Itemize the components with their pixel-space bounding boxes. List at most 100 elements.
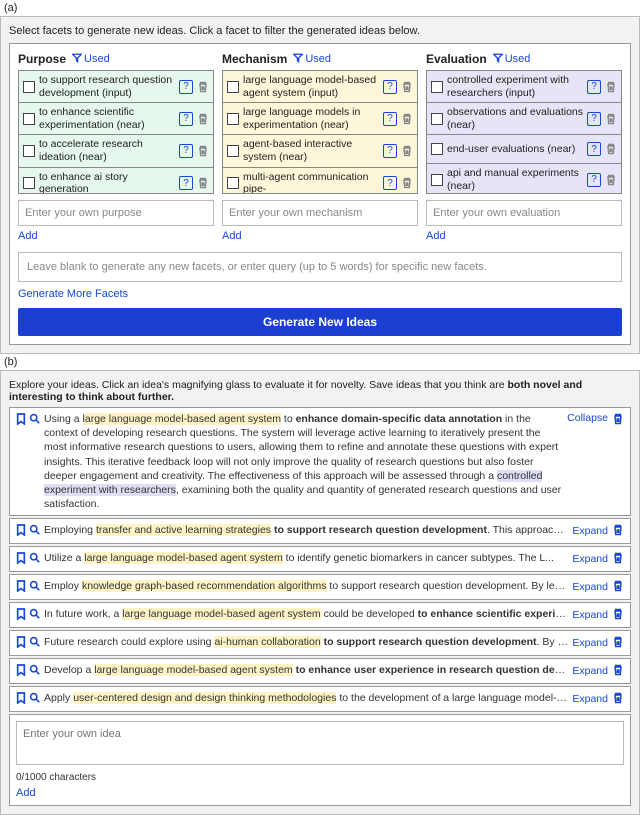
trash-icon[interactable] [612, 551, 624, 563]
facet-checkbox[interactable] [227, 145, 239, 157]
trash-icon[interactable] [197, 145, 209, 157]
facet-help-icon[interactable]: ? [383, 80, 397, 94]
bookmark-icon[interactable] [16, 636, 26, 651]
facet-checkbox[interactable] [23, 81, 35, 93]
trash-icon[interactable] [605, 174, 617, 186]
facet-help-icon[interactable]: ? [587, 80, 601, 94]
evaluation-facet-item[interactable]: controlled experiment with researchers (… [426, 70, 622, 103]
purpose-facet-item[interactable]: to accelerate research ideation (near) ? [18, 134, 214, 167]
bookmark-icon[interactable] [16, 664, 26, 679]
evaluation-facet-item[interactable]: end-user evaluations (near) ? [426, 134, 622, 164]
magnifier-icon[interactable] [29, 552, 40, 566]
trash-icon[interactable] [612, 523, 624, 535]
expand-link[interactable]: Expand [572, 665, 608, 677]
trash-icon[interactable] [401, 145, 413, 157]
purpose-filter-used[interactable]: Used [72, 53, 110, 66]
evaluation-facet-item[interactable]: observations and evaluations (near) ? [426, 102, 622, 135]
trash-icon[interactable] [612, 691, 624, 703]
trash-icon[interactable] [401, 113, 413, 125]
facet-help-icon[interactable]: ? [179, 144, 193, 158]
facet-help-icon[interactable]: ? [383, 176, 397, 190]
facet-checkbox[interactable] [23, 177, 35, 189]
facet-checkbox[interactable] [431, 174, 443, 186]
trash-icon[interactable] [605, 81, 617, 93]
trash-icon[interactable] [197, 177, 209, 189]
trash-icon[interactable] [612, 607, 624, 619]
trash-icon[interactable] [612, 663, 624, 675]
expand-link[interactable]: Expand [572, 693, 608, 705]
facet-checkbox[interactable] [431, 113, 443, 125]
purpose-own-input[interactable]: Enter your own purpose [18, 200, 214, 226]
mechanism-facet-list: large language model-based agent system … [222, 70, 418, 194]
bookmark-icon[interactable] [16, 524, 26, 539]
mechanism-filter-used[interactable]: Used [293, 53, 331, 66]
trash-icon[interactable] [612, 635, 624, 647]
trash-icon[interactable] [197, 81, 209, 93]
facet-help-icon[interactable]: ? [383, 112, 397, 126]
magnifier-icon[interactable] [29, 524, 40, 538]
mechanism-add-link[interactable]: Add [222, 230, 242, 242]
evaluation-facet-item[interactable]: api and manual experiments (near) ? [426, 163, 622, 194]
facet-checkbox[interactable] [23, 145, 35, 157]
facet-help-icon[interactable]: ? [179, 112, 193, 126]
mechanism-facet-item[interactable]: agent-based interactive system (near) ? [222, 134, 418, 167]
trash-icon[interactable] [197, 113, 209, 125]
mechanism-facet-item[interactable]: multi-agent communication pipe- ? [222, 167, 418, 194]
facets-box: Purpose Used to support research questio… [9, 43, 631, 345]
facet-checkbox[interactable] [431, 81, 443, 93]
magnifier-icon[interactable] [29, 692, 40, 706]
add-own-idea-link[interactable]: Add [16, 787, 36, 799]
evaluation-filter-used[interactable]: Used [493, 53, 531, 66]
purpose-facet-item[interactable]: to support research question development… [18, 70, 214, 103]
facet-checkbox[interactable] [227, 177, 239, 189]
facet-checkbox[interactable] [227, 113, 239, 125]
magnifier-icon[interactable] [29, 636, 40, 650]
mechanism-title: Mechanism [222, 52, 287, 66]
facet-query-input[interactable]: Leave blank to generate any new facets, … [18, 252, 622, 282]
evaluation-add-link[interactable]: Add [426, 230, 446, 242]
facet-checkbox[interactable] [227, 81, 239, 93]
mechanism-own-input[interactable]: Enter your own mechanism [222, 200, 418, 226]
facet-help-icon[interactable]: ? [179, 80, 193, 94]
trash-icon[interactable] [612, 579, 624, 591]
trash-icon[interactable] [612, 412, 624, 424]
trash-icon[interactable] [401, 177, 413, 189]
bookmark-icon[interactable] [16, 580, 26, 595]
magnifier-icon[interactable] [29, 664, 40, 678]
facet-help-icon[interactable]: ? [383, 144, 397, 158]
own-idea-textarea[interactable] [16, 721, 624, 765]
collapse-link[interactable]: Collapse [567, 412, 608, 424]
facet-help-icon[interactable]: ? [587, 142, 601, 156]
magnifier-icon[interactable] [29, 608, 40, 622]
bookmark-icon[interactable] [16, 552, 26, 567]
mechanism-facet-item[interactable]: large language models in experimentation… [222, 102, 418, 135]
expand-link[interactable]: Expand [572, 637, 608, 649]
bookmark-icon[interactable] [16, 413, 26, 428]
purpose-facet-item[interactable]: to enhance ai story generation ? [18, 167, 214, 194]
facet-checkbox[interactable] [23, 113, 35, 125]
generate-more-facets-link[interactable]: Generate More Facets [18, 288, 128, 300]
trash-icon[interactable] [605, 113, 617, 125]
bookmark-icon[interactable] [16, 692, 26, 707]
expand-link[interactable]: Expand [572, 553, 608, 565]
mechanism-facet-item[interactable]: large language model-based agent system … [222, 70, 418, 103]
purpose-add-link[interactable]: Add [18, 230, 38, 242]
evaluation-title: Evaluation [426, 52, 487, 66]
evaluation-own-input[interactable]: Enter your own evaluation [426, 200, 622, 226]
expand-link[interactable]: Expand [572, 609, 608, 621]
trash-icon[interactable] [605, 143, 617, 155]
bookmark-icon[interactable] [16, 608, 26, 623]
idea-row: Using a large language model-based agent… [9, 407, 631, 516]
magnifier-icon[interactable] [29, 580, 40, 594]
magnifier-icon[interactable] [29, 413, 40, 427]
purpose-facet-list: to support research question development… [18, 70, 214, 194]
trash-icon[interactable] [401, 81, 413, 93]
facet-help-icon[interactable]: ? [587, 173, 601, 187]
purpose-facet-item[interactable]: to enhance scientific experimentation (n… [18, 102, 214, 135]
expand-link[interactable]: Expand [572, 581, 608, 593]
facet-help-icon[interactable]: ? [587, 112, 601, 126]
generate-new-ideas-button[interactable]: Generate New Ideas [18, 308, 622, 336]
expand-link[interactable]: Expand [572, 525, 608, 537]
facet-checkbox[interactable] [431, 143, 443, 155]
facet-help-icon[interactable]: ? [179, 176, 193, 190]
